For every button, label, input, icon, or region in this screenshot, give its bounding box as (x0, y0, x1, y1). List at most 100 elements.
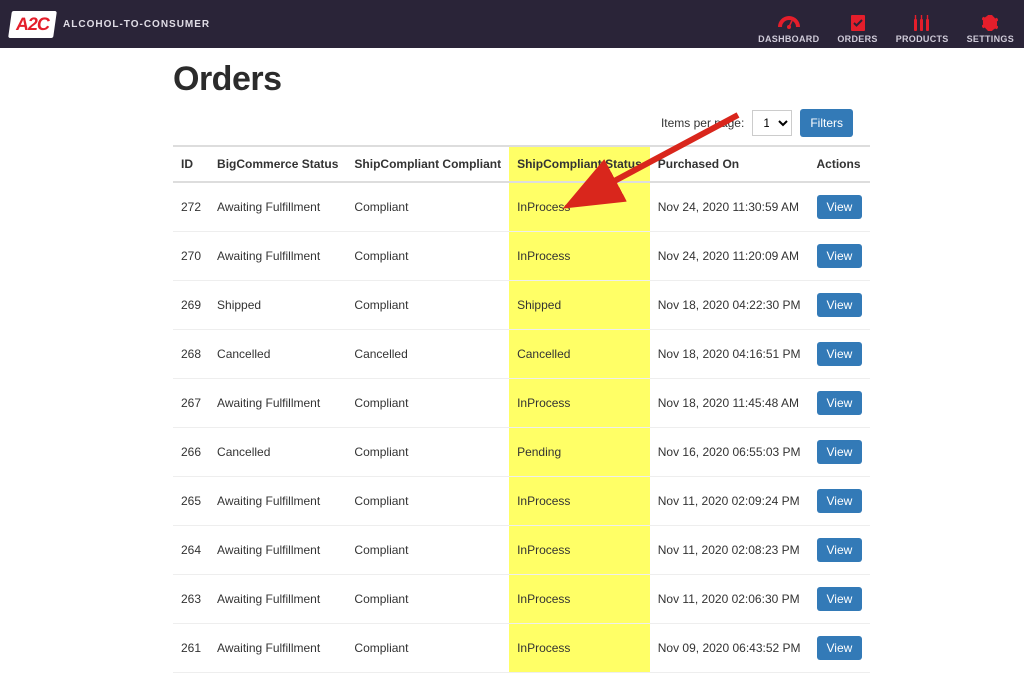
page-content: Orders Items per page: 15 Filters ID Big… (0, 48, 1024, 673)
cell-purchased-on: Nov 18, 2020 04:22:30 PM (650, 281, 809, 330)
cell-id: 268 (173, 330, 209, 379)
view-button[interactable]: View (817, 538, 863, 562)
cell-purchased-on: Nov 09, 2020 06:43:52 PM (650, 624, 809, 673)
view-button[interactable]: View (817, 342, 863, 366)
cell-sc-status: Shipped (509, 281, 650, 330)
cell-purchased-on: Nov 18, 2020 04:16:51 PM (650, 330, 809, 379)
view-button[interactable]: View (817, 587, 863, 611)
nav-label: DASHBOARD (758, 34, 819, 44)
cell-bc-status: Awaiting Fulfillment (209, 624, 346, 673)
cell-bc-status: Awaiting Fulfillment (209, 232, 346, 281)
col-actions: Actions (809, 146, 871, 182)
table-header-row: ID BigCommerce Status ShipCompliant Comp… (173, 146, 870, 182)
view-button[interactable]: View (817, 195, 863, 219)
nav-label: PRODUCTS (896, 34, 949, 44)
nav-label: SETTINGS (967, 34, 1014, 44)
cell-bc-status: Awaiting Fulfillment (209, 182, 346, 232)
top-bar: A2C ALCOHOL-TO-CONSUMER DASHBOARD ORDERS… (0, 0, 1024, 48)
cell-id: 269 (173, 281, 209, 330)
table-row: 266CancelledCompliantPendingNov 16, 2020… (173, 428, 870, 477)
cell-sc-compliant: Compliant (346, 428, 509, 477)
gear-icon (979, 14, 1001, 32)
cell-id: 267 (173, 379, 209, 428)
cell-sc-compliant: Compliant (346, 232, 509, 281)
nav-orders[interactable]: ORDERS (837, 14, 877, 44)
table-row: 265Awaiting FulfillmentCompliantInProces… (173, 477, 870, 526)
cell-actions: View (809, 182, 871, 232)
cell-sc-status: Cancelled (509, 330, 650, 379)
cell-sc-compliant: Compliant (346, 624, 509, 673)
brand-tagline: ALCOHOL-TO-CONSUMER (63, 19, 210, 30)
cell-id: 272 (173, 182, 209, 232)
table-row: 268CancelledCancelledCancelledNov 18, 20… (173, 330, 870, 379)
table-row: 270Awaiting FulfillmentCompliantInProces… (173, 232, 870, 281)
table-row: 263Awaiting FulfillmentCompliantInProces… (173, 575, 870, 624)
main-nav: DASHBOARD ORDERS PRODUCTS SETTINGS (758, 0, 1014, 48)
filters-button[interactable]: Filters (800, 109, 853, 137)
brand: A2C ALCOHOL-TO-CONSUMER (10, 11, 210, 38)
cell-bc-status: Cancelled (209, 428, 346, 477)
clipboard-check-icon (847, 14, 869, 32)
cell-purchased-on: Nov 11, 2020 02:08:23 PM (650, 526, 809, 575)
cell-sc-compliant: Compliant (346, 575, 509, 624)
cell-id: 270 (173, 232, 209, 281)
col-purchased-on[interactable]: Purchased On (650, 146, 809, 182)
cell-bc-status: Awaiting Fulfillment (209, 379, 346, 428)
cell-actions: View (809, 232, 871, 281)
view-button[interactable]: View (817, 489, 863, 513)
col-sc-status[interactable]: ShipCompliant Status (509, 146, 650, 182)
cell-id: 266 (173, 428, 209, 477)
col-sc-compliant[interactable]: ShipCompliant Compliant (346, 146, 509, 182)
nav-dashboard[interactable]: DASHBOARD (758, 14, 819, 44)
cell-purchased-on: Nov 16, 2020 06:55:03 PM (650, 428, 809, 477)
page-title: Orders (173, 60, 853, 99)
table-row: 267Awaiting FulfillmentCompliantInProces… (173, 379, 870, 428)
orders-table: ID BigCommerce Status ShipCompliant Comp… (173, 145, 870, 673)
cell-purchased-on: Nov 18, 2020 11:45:48 AM (650, 379, 809, 428)
gauge-icon (778, 14, 800, 32)
cell-actions: View (809, 281, 871, 330)
cell-id: 264 (173, 526, 209, 575)
cell-sc-compliant: Compliant (346, 477, 509, 526)
table-toolbar: Items per page: 15 Filters (173, 109, 853, 137)
cell-bc-status: Shipped (209, 281, 346, 330)
view-button[interactable]: View (817, 391, 863, 415)
cell-sc-status: InProcess (509, 526, 650, 575)
table-row: 272Awaiting FulfillmentCompliantInProces… (173, 182, 870, 232)
items-per-page-select[interactable]: 15 (752, 110, 792, 136)
cell-sc-compliant: Compliant (346, 379, 509, 428)
nav-settings[interactable]: SETTINGS (967, 14, 1014, 44)
cell-sc-compliant: Compliant (346, 281, 509, 330)
cell-actions: View (809, 379, 871, 428)
cell-actions: View (809, 575, 871, 624)
table-row: 261Awaiting FulfillmentCompliantInProces… (173, 624, 870, 673)
brand-logo: A2C (8, 11, 57, 38)
cell-purchased-on: Nov 24, 2020 11:30:59 AM (650, 182, 809, 232)
cell-sc-compliant: Compliant (346, 526, 509, 575)
cell-sc-status: InProcess (509, 624, 650, 673)
col-bc-status[interactable]: BigCommerce Status (209, 146, 346, 182)
view-button[interactable]: View (817, 293, 863, 317)
view-button[interactable]: View (817, 244, 863, 268)
cell-sc-status: InProcess (509, 477, 650, 526)
nav-label: ORDERS (837, 34, 877, 44)
cell-actions: View (809, 526, 871, 575)
cell-sc-compliant: Cancelled (346, 330, 509, 379)
cell-purchased-on: Nov 11, 2020 02:06:30 PM (650, 575, 809, 624)
cell-sc-status: InProcess (509, 379, 650, 428)
cell-sc-status: InProcess (509, 232, 650, 281)
nav-products[interactable]: PRODUCTS (896, 14, 949, 44)
cell-bc-status: Awaiting Fulfillment (209, 526, 346, 575)
cell-actions: View (809, 428, 871, 477)
cell-sc-compliant: Compliant (346, 182, 509, 232)
cell-purchased-on: Nov 11, 2020 02:09:24 PM (650, 477, 809, 526)
view-button[interactable]: View (817, 440, 863, 464)
cell-bc-status: Cancelled (209, 330, 346, 379)
table-row: 264Awaiting FulfillmentCompliantInProces… (173, 526, 870, 575)
cell-id: 263 (173, 575, 209, 624)
col-id[interactable]: ID (173, 146, 209, 182)
cell-actions: View (809, 624, 871, 673)
bottles-icon (911, 14, 933, 32)
cell-bc-status: Awaiting Fulfillment (209, 575, 346, 624)
view-button[interactable]: View (817, 636, 863, 660)
